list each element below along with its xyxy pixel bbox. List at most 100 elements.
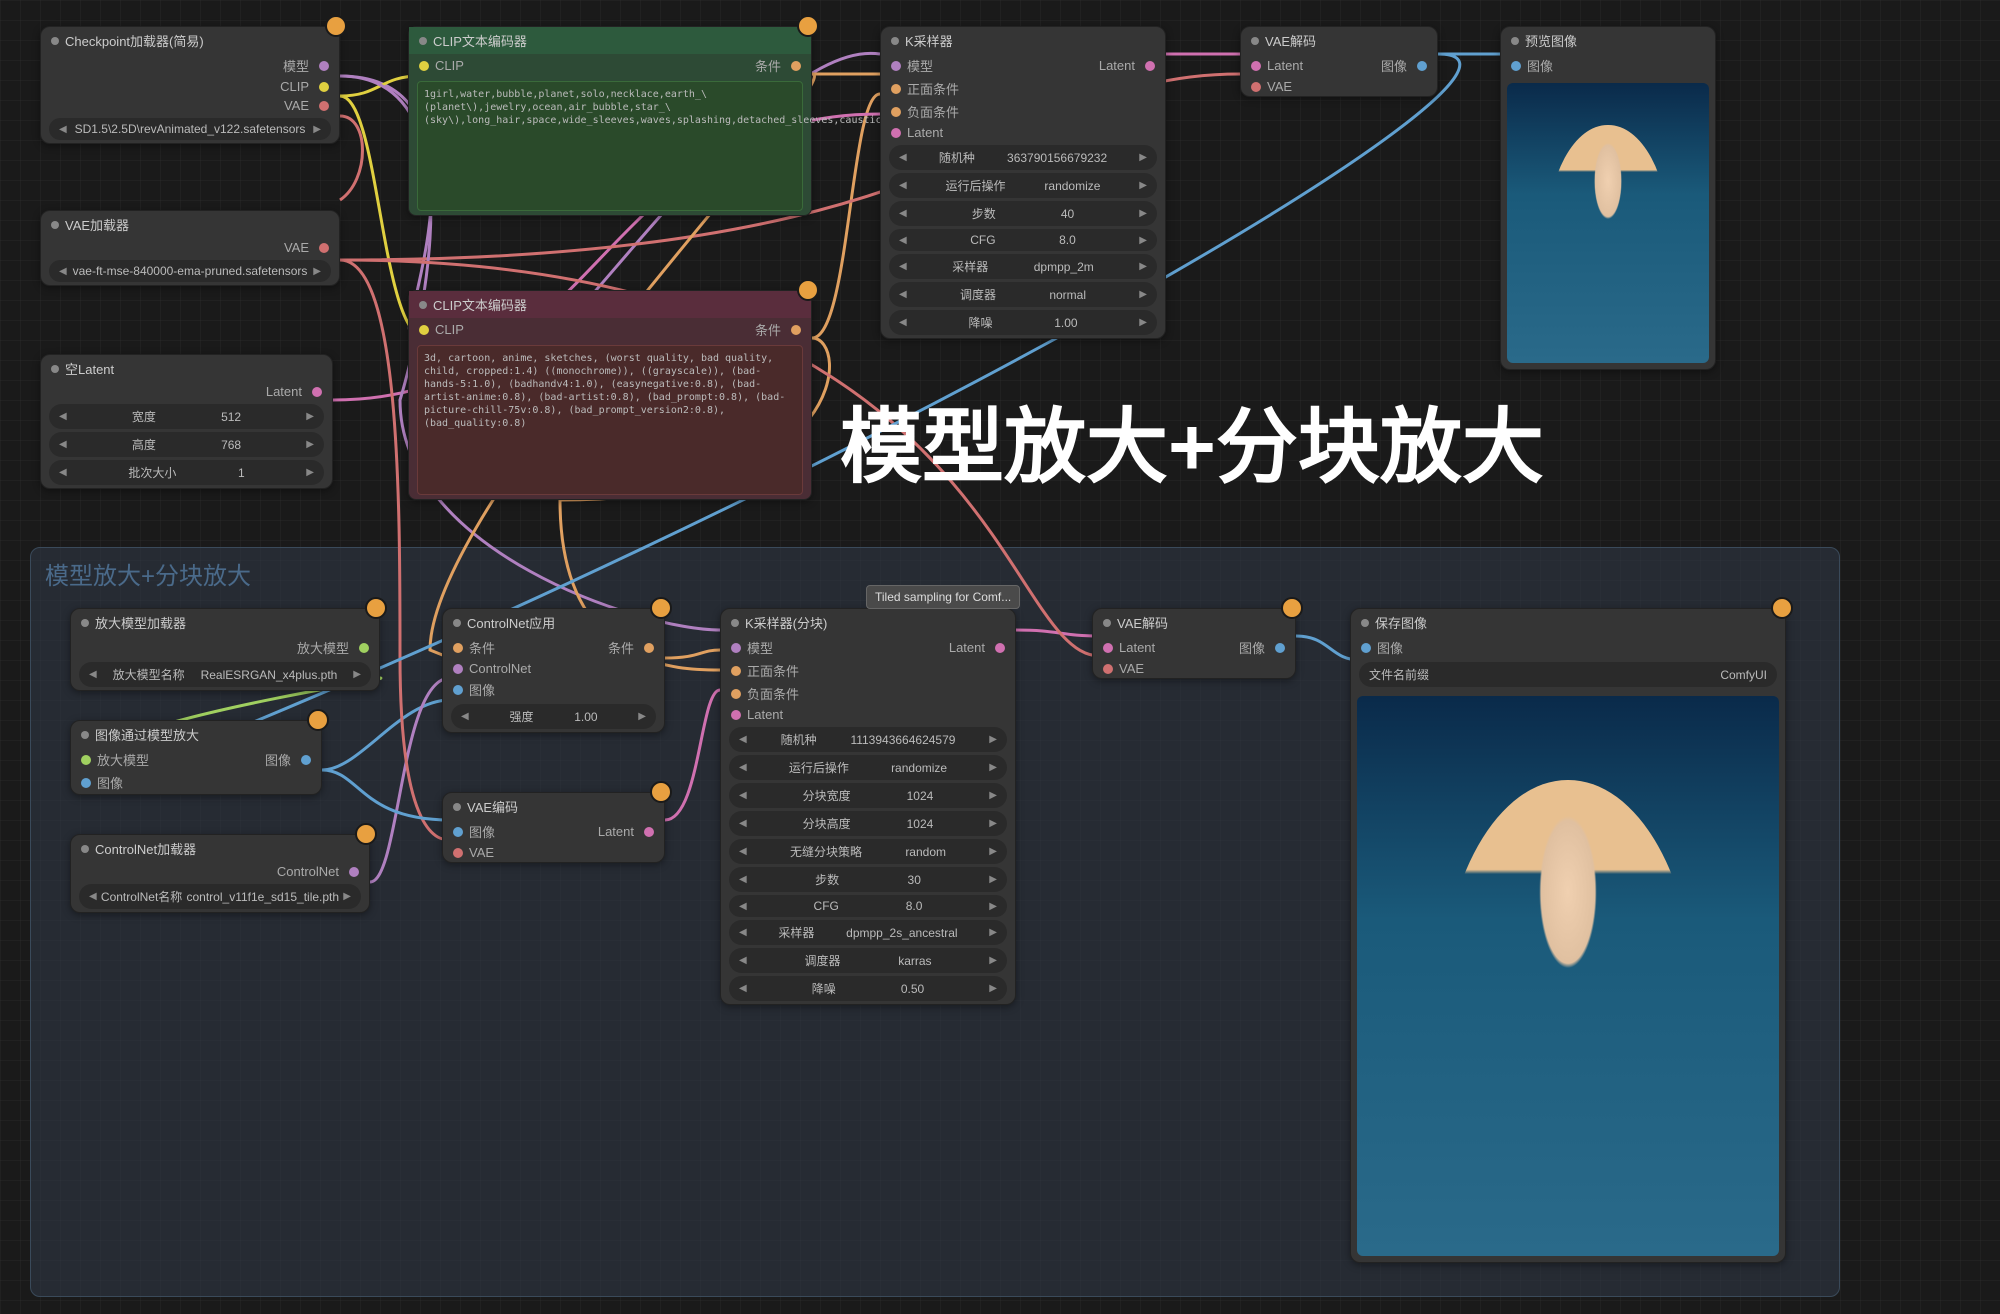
node-title[interactable]: 保存图像 (1351, 609, 1785, 636)
port-vae-in[interactable] (1251, 82, 1261, 92)
node-title[interactable]: CLIP文本编码器 (409, 291, 811, 318)
node-checkpoint-loader[interactable]: Checkpoint加载器(简易) 模型 CLIP VAE ◀SD1.5\2.5… (40, 26, 340, 144)
batch-input[interactable]: ◀批次大小1▶ (49, 460, 324, 485)
node-clip-positive[interactable]: CLIP文本编码器 CLIP条件 1girl,water,bubble,plan… (408, 26, 812, 216)
strength-input[interactable]: ◀强度1.00▶ (451, 704, 656, 729)
port-vae-in[interactable] (1103, 664, 1113, 674)
port-clip-out[interactable] (319, 82, 329, 92)
node-clip-negative[interactable]: CLIP文本编码器 CLIP条件 3d, cartoon, anime, ske… (408, 290, 812, 500)
port-cn-in[interactable] (453, 664, 463, 674)
control-select[interactable]: ◀运行后操作randomize▶ (889, 173, 1157, 198)
port-cond-out[interactable] (791, 325, 801, 335)
negative-prompt-textarea[interactable]: 3d, cartoon, anime, sketches, (worst qua… (417, 345, 803, 495)
node-title[interactable]: 预览图像 (1501, 27, 1715, 54)
node-title[interactable]: K采样器(分块) (721, 609, 1015, 636)
node-ksampler[interactable]: K采样器 模型Latent 正面条件 负面条件 Latent ◀随机种36379… (880, 26, 1166, 339)
positive-prompt-textarea[interactable]: 1girl,water,bubble,planet,solo,necklace,… (417, 81, 803, 211)
steps-input[interactable]: ◀步数40▶ (889, 201, 1157, 226)
port-latent-in[interactable] (1103, 643, 1113, 653)
port-latent-out[interactable] (1145, 61, 1155, 71)
port-latent-in[interactable] (731, 710, 741, 720)
tile-strategy-select[interactable]: ◀无缝分块策略random▶ (729, 839, 1007, 864)
port-image-in[interactable] (1361, 643, 1371, 653)
port-latent-in[interactable] (891, 128, 901, 138)
preview-thumbnail[interactable] (1507, 83, 1709, 363)
node-vae-decode-2[interactable]: VAE解码 Latent图像 VAE (1092, 608, 1296, 679)
port-image-in[interactable] (81, 778, 91, 788)
port-image-in[interactable] (453, 827, 463, 837)
node-title[interactable]: VAE解码 (1093, 609, 1295, 636)
denoise-input[interactable]: ◀降噪0.50▶ (729, 976, 1007, 1001)
filename-prefix-input[interactable]: 文件名前缀ComfyUI (1359, 662, 1777, 687)
node-preview-image[interactable]: 预览图像 图像 (1500, 26, 1716, 370)
node-title[interactable]: 图像通过模型放大 (71, 721, 321, 748)
checkpoint-file-select[interactable]: ◀SD1.5\2.5D\revAnimated_v122.safetensors… (49, 118, 331, 140)
port-cond-in[interactable] (453, 643, 463, 653)
port-latent-out[interactable] (644, 827, 654, 837)
port-neg-in[interactable] (891, 107, 901, 117)
port-cond-out[interactable] (644, 643, 654, 653)
node-controlnet-apply[interactable]: ControlNet应用 条件条件 ControlNet 图像 ◀强度1.00▶ (442, 608, 665, 733)
port-image-out[interactable] (301, 755, 311, 765)
port-cond-out[interactable] (791, 61, 801, 71)
scheduler-select[interactable]: ◀调度器karras▶ (729, 948, 1007, 973)
node-title[interactable]: VAE解码 (1241, 27, 1437, 54)
port-latent-out[interactable] (995, 643, 1005, 653)
sampler-select[interactable]: ◀采样器dpmpp_2m▶ (889, 254, 1157, 279)
node-controlnet-loader[interactable]: ControlNet加载器 ControlNet ◀ControlNet名称co… (70, 834, 370, 913)
node-title[interactable]: ControlNet应用 (443, 609, 664, 636)
cfg-input[interactable]: ◀CFG8.0▶ (889, 229, 1157, 251)
port-pos-in[interactable] (731, 666, 741, 676)
port-image-out[interactable] (1417, 61, 1427, 71)
port-cn-out[interactable] (349, 867, 359, 877)
node-title[interactable]: K采样器 (881, 27, 1165, 54)
port-upscale-in[interactable] (81, 755, 91, 765)
cfg-input[interactable]: ◀CFG8.0▶ (729, 895, 1007, 917)
width-input[interactable]: ◀宽度512▶ (49, 404, 324, 429)
height-input[interactable]: ◀高度768▶ (49, 432, 324, 457)
node-vae-decode[interactable]: VAE解码 Latent图像 VAE (1240, 26, 1438, 97)
node-title[interactable]: VAE加载器 (41, 211, 339, 238)
port-vae-in[interactable] (453, 848, 463, 858)
node-title[interactable]: 放大模型加载器 (71, 609, 379, 636)
node-title[interactable]: 空Latent (41, 355, 332, 382)
port-model-in[interactable] (891, 61, 901, 71)
port-image-out[interactable] (1275, 643, 1285, 653)
port-vae-out[interactable] (319, 243, 329, 253)
upscale-model-select[interactable]: ◀放大模型名称RealESRGAN_x4plus.pth▶ (79, 662, 371, 687)
port-vae-out[interactable] (319, 101, 329, 111)
node-ksampler-tiled[interactable]: K采样器(分块) 模型Latent 正面条件 负面条件 Latent ◀随机种1… (720, 608, 1016, 1005)
scheduler-select[interactable]: ◀调度器normal▶ (889, 282, 1157, 307)
steps-input[interactable]: ◀步数30▶ (729, 867, 1007, 892)
seed-input[interactable]: ◀随机种363790156679232▶ (889, 145, 1157, 170)
port-model-in[interactable] (731, 643, 741, 653)
control-select[interactable]: ◀运行后操作randomize▶ (729, 755, 1007, 780)
port-latent-out[interactable] (312, 387, 322, 397)
node-upscale-model-loader[interactable]: 放大模型加载器 放大模型 ◀放大模型名称RealESRGAN_x4plus.pt… (70, 608, 380, 691)
controlnet-file-select[interactable]: ◀ControlNet名称control_v11f1e_sd15_tile.pt… (79, 884, 361, 909)
port-image-in[interactable] (1511, 61, 1521, 71)
tile-width-input[interactable]: ◀分块宽度1024▶ (729, 783, 1007, 808)
node-title[interactable]: Checkpoint加载器(简易) (41, 27, 339, 54)
node-title[interactable]: ControlNet加载器 (71, 835, 369, 862)
port-model-out[interactable] (319, 61, 329, 71)
node-save-image[interactable]: 保存图像 图像 文件名前缀ComfyUI (1350, 608, 1786, 1263)
port-pos-in[interactable] (891, 84, 901, 94)
seed-input[interactable]: ◀随机种1113943664624579▶ (729, 727, 1007, 752)
port-neg-in[interactable] (731, 689, 741, 699)
node-title[interactable]: CLIP文本编码器 (409, 27, 811, 54)
vae-file-select[interactable]: ◀vae-ft-mse-840000-ema-pruned.safetensor… (49, 260, 331, 282)
port-upscale-out[interactable] (359, 643, 369, 653)
port-latent-in[interactable] (1251, 61, 1261, 71)
port-clip-in[interactable] (419, 61, 429, 71)
port-image-in[interactable] (453, 685, 463, 695)
node-empty-latent[interactable]: 空Latent Latent ◀宽度512▶ ◀高度768▶ ◀批次大小1▶ (40, 354, 333, 489)
node-vae-encode[interactable]: VAE编码 图像Latent VAE (442, 792, 665, 863)
tile-height-input[interactable]: ◀分块高度1024▶ (729, 811, 1007, 836)
save-thumbnail[interactable] (1357, 696, 1779, 1256)
sampler-select[interactable]: ◀采样器dpmpp_2s_ancestral▶ (729, 920, 1007, 945)
node-vae-loader[interactable]: VAE加载器 VAE ◀vae-ft-mse-840000-ema-pruned… (40, 210, 340, 286)
denoise-input[interactable]: ◀降噪1.00▶ (889, 310, 1157, 335)
node-title[interactable]: VAE编码 (443, 793, 664, 820)
node-image-upscale-by-model[interactable]: 图像通过模型放大 放大模型图像 图像 (70, 720, 322, 795)
